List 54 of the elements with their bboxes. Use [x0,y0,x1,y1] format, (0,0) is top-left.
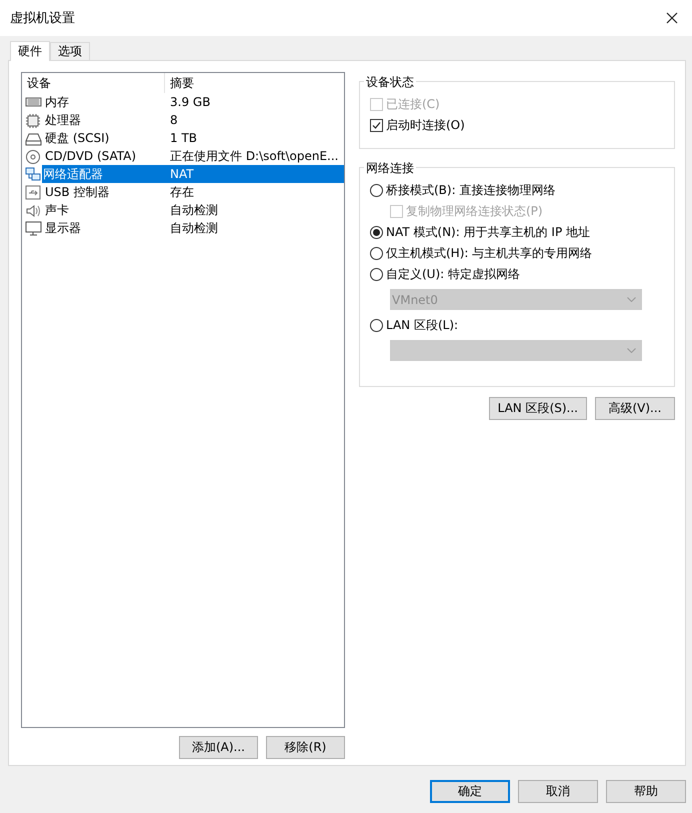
cpu-icon [25,112,42,128]
checkbox-label: 已连接(C) [386,96,440,113]
device-summary: 8 [169,112,179,128]
checkbox-label: 启动时连接(O) [386,117,465,134]
device-summary: 正在使用文件 D:\soft\openE... [169,148,340,164]
device-summary: 3.9 GB [169,94,212,110]
radio-button[interactable] [370,268,383,281]
usb-icon [25,184,42,200]
column-header[interactable]: 摘要 [165,73,344,93]
device-name[interactable]: 声卡 [44,202,70,218]
button[interactable]: 高级(V)... [595,397,675,420]
device-name[interactable]: CD/DVD (SATA) [44,148,138,164]
radio-label: 仅主机模式(H): 与主机共享的专用网络 [386,245,592,262]
column-header[interactable]: 设备 [22,73,165,93]
group-title: 设备状态 [364,74,416,91]
memory-icon [25,94,42,110]
ok-button[interactable]: 确定 [430,780,510,803]
radio-label: LAN 区段(L): [386,317,458,334]
chevron-down-icon [627,297,636,302]
radio-button[interactable] [370,247,383,260]
device-name[interactable]: 处理器 [44,112,82,128]
button[interactable]: LAN 区段(S)... [488,397,587,420]
button[interactable]: 移除(R) [266,736,345,759]
checkbox-label: 复制物理网络连接状态(P) [406,203,543,220]
radio-button[interactable] [370,319,383,332]
tab[interactable]: 硬件 [10,41,50,61]
device-summary: 自动检测 [169,220,219,236]
device-summary: 存在 [169,184,195,200]
tab[interactable]: 选项 [50,42,90,60]
display-icon [25,220,42,236]
button[interactable]: 添加(A)... [179,736,258,759]
group-title: 网络连接 [364,160,416,177]
device-list[interactable]: 设备 摘要 内存 3.9 GB 处理器 8 硬盘 (SCSI) 1 TB CD/DVD (SATA) 正在使用文件 D:\soft\openE... 网络适配器 NAT USB 控制器 存在 声卡 自动检测 显示器 自动检测 [21,72,345,728]
window-title: 虚拟机设置 [10,10,75,27]
device-name[interactable]: 网络适配器 [42,165,165,183]
network-icon [25,166,42,182]
checkbox[interactable] [370,119,383,132]
radio-label: NAT 模式(N): 用于共享主机的 IP 地址 [386,224,590,241]
radio-label: 自定义(U): 特定虚拟网络 [386,266,520,283]
button[interactable]: 取消 [518,780,598,803]
device-summary: 1 TB [169,130,198,146]
device-summary: NAT [165,165,344,183]
button[interactable]: 帮助 [606,780,686,803]
device-name[interactable]: 显示器 [44,220,82,236]
chevron-down-icon [627,348,636,353]
radio-button[interactable] [370,226,383,239]
cd-icon [25,148,42,164]
device-name[interactable]: 内存 [44,94,70,110]
radio-button[interactable] [370,184,383,197]
device-name[interactable]: 硬盘 (SCSI) [44,130,110,146]
device-summary: 自动检测 [169,202,219,218]
sound-icon [25,202,42,218]
radio-label: 桥接模式(B): 直接连接物理网络 [386,182,556,199]
device-name[interactable]: USB 控制器 [44,184,110,200]
